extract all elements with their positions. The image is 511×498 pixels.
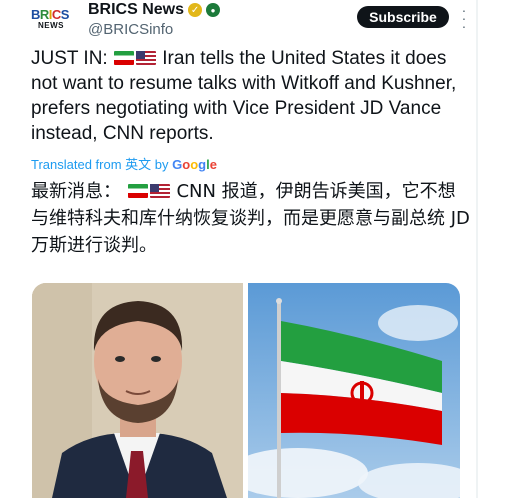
iran-flag-icon (127, 184, 148, 198)
us-flag-icon (136, 51, 156, 65)
tweet-prefix: JUST IN: (31, 48, 113, 69)
translation-prefix: 最新消息： (31, 181, 121, 202)
media-photo-portrait[interactable] (32, 283, 243, 498)
us-flag-icon (149, 184, 170, 198)
affiliation-badge-icon[interactable]: ● (206, 3, 221, 17)
logo-subtext: NEWS (38, 21, 64, 30)
author-handle[interactable]: @BRICSinfo (88, 21, 173, 38)
verified-badge-icon[interactable]: ✓ (188, 3, 203, 17)
portrait-illustration (32, 283, 243, 498)
logo-wordmark: BRICS (31, 7, 69, 22)
author-name-row[interactable]: BRICS News ✓ ● (88, 1, 221, 19)
timeline-border (476, 0, 478, 498)
translation-attribution[interactable]: Translated from 英文 by Google (31, 154, 217, 173)
more-vertical-icon[interactable]: · · · (460, 3, 468, 33)
iran-flag-icon (114, 51, 134, 65)
tweet-text: JUST IN: Iran tells the United States it… (31, 46, 471, 146)
google-logo: Google (172, 157, 217, 172)
translated-text: 最新消息： CNN 报道，伊朗告诉美国，它不想与维特科夫和库什纳恢复谈判，而是更… (31, 178, 471, 259)
author-avatar[interactable]: BRICS NEWS (31, 8, 69, 38)
media-photo-iran-flag[interactable] (248, 283, 460, 498)
flag-photo-illustration (248, 283, 460, 498)
translated-label: Translated from 英文 by (31, 157, 173, 172)
author-display-name[interactable]: BRICS News (88, 1, 184, 19)
subscribe-button[interactable]: Subscribe (357, 6, 449, 28)
